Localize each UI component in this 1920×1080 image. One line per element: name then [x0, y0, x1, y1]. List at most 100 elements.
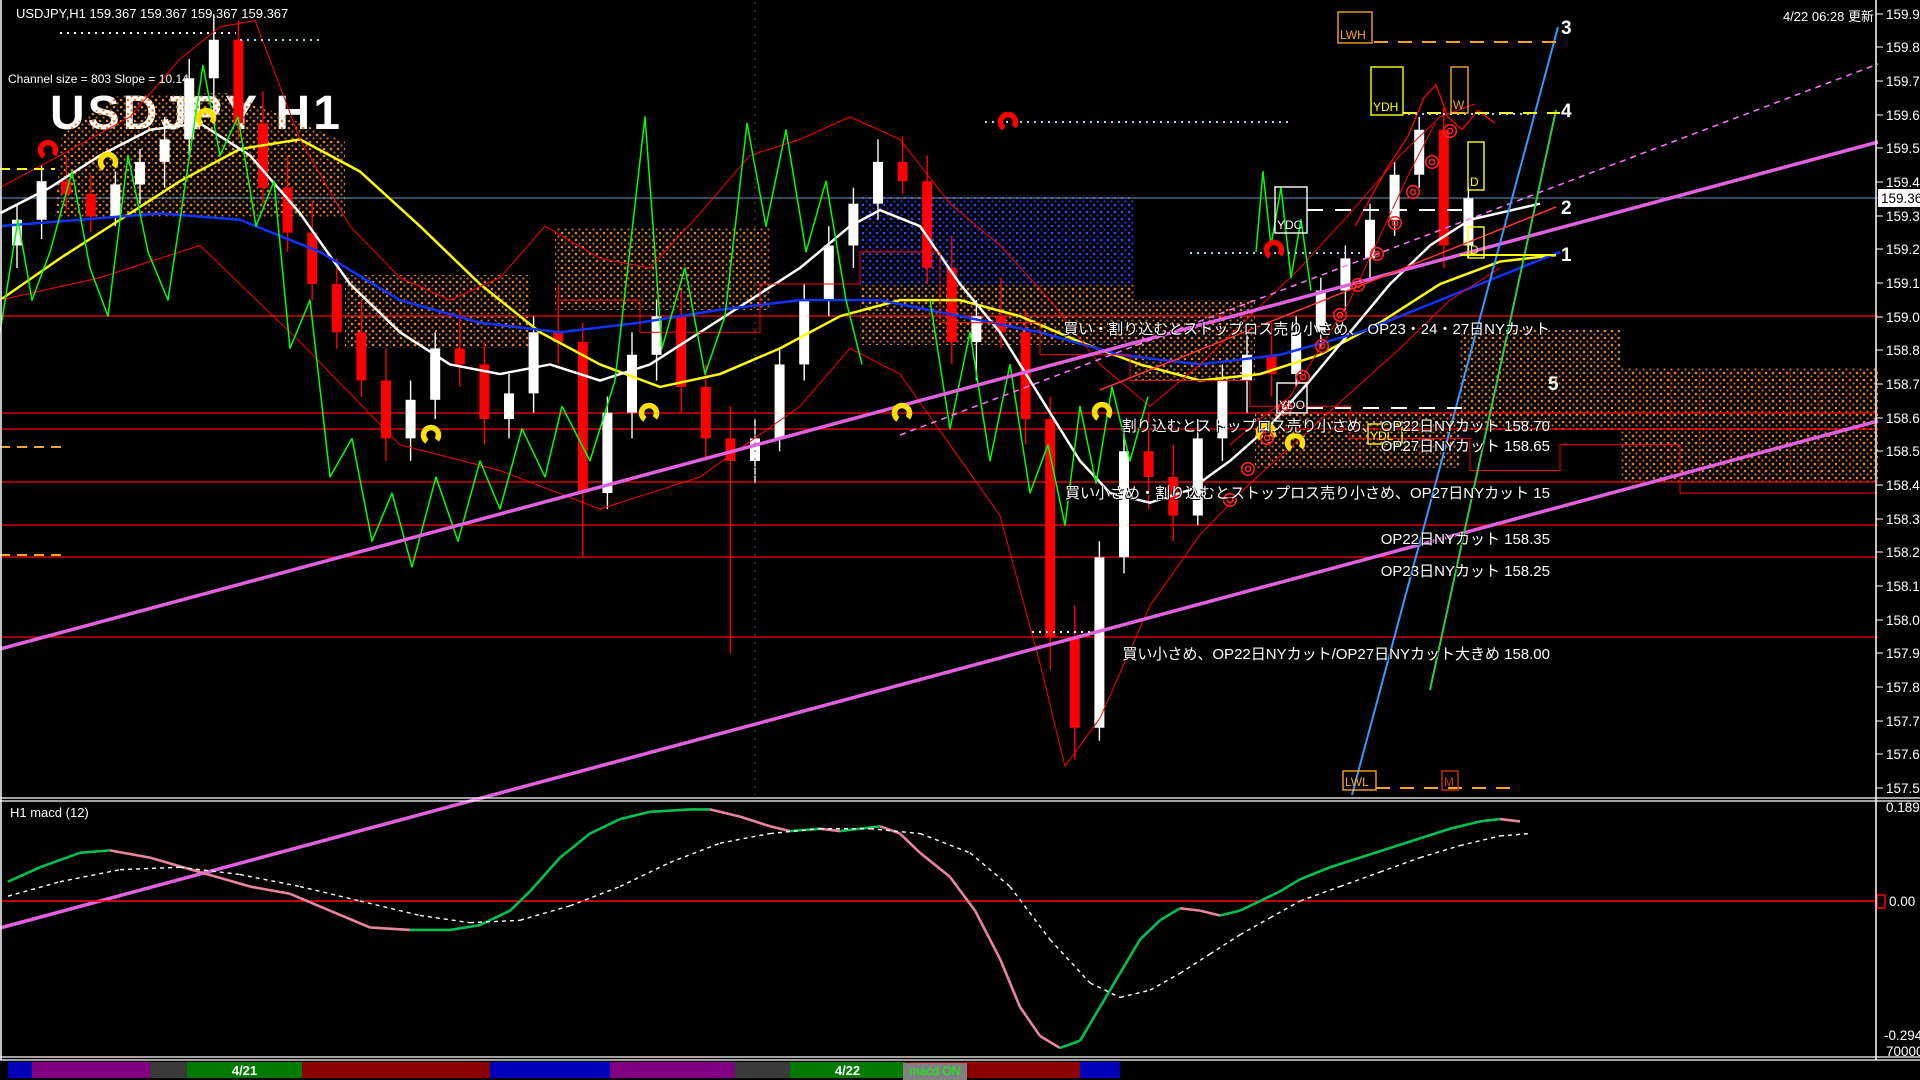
- macd-line-segment: [1340, 872, 1380, 886]
- macd-line-segment: [1460, 836, 1500, 846]
- candle-body: [110, 184, 120, 216]
- timeline-date-label: 4/21: [232, 1063, 257, 1078]
- candle-body: [135, 162, 145, 185]
- timeline-segment[interactable]: [8, 1062, 32, 1078]
- mt4-chart-window: USDJPY H1 LWHYDHWDYDCDYDOYDLLWLM34215 0.…: [0, 0, 1920, 1080]
- omega-signal-marker: [38, 140, 59, 161]
- macd-line-segment: [420, 915, 470, 922]
- level-box-label: D: [1470, 175, 1479, 189]
- timeline-segment[interactable]: [32, 1062, 150, 1078]
- op-annotation: 割り込むとストップロス売り小さめ、 OP22日NYカット 158.70: [1122, 415, 1550, 436]
- level-box-label: LWL: [1345, 775, 1369, 789]
- price-tick-label: 159.315: [1886, 209, 1920, 224]
- level-box-label: W: [1453, 98, 1465, 112]
- candle-body: [578, 342, 588, 493]
- macd-line-segment: [40, 853, 80, 867]
- op-annotation: 買い小さめ、OP22日NYカット/OP27日NYカット大きめ 158.00: [1122, 643, 1550, 664]
- macd-line-segment: [590, 819, 620, 833]
- macd-line-segment: [560, 834, 590, 858]
- candle-body: [1365, 220, 1375, 259]
- macd-line-segment: [950, 877, 975, 911]
- price-tick-label: 159.520: [1886, 141, 1920, 156]
- candle-body: [750, 438, 760, 461]
- macd-line-segment: [1140, 920, 1160, 939]
- candle-body: [86, 194, 96, 217]
- macd-line-segment: [620, 812, 650, 819]
- candle-body: [824, 245, 834, 300]
- macd-line-segment: [240, 874, 300, 886]
- price-tick-label: 159.105: [1886, 276, 1920, 291]
- macd-line-segment: [530, 858, 560, 892]
- candle-body: [1144, 451, 1154, 477]
- candle-body: [209, 40, 219, 79]
- candle-body: [406, 400, 416, 439]
- timeline-segment[interactable]: [302, 1062, 490, 1078]
- red-rally-support: [1230, 123, 1435, 445]
- candle-body: [701, 387, 711, 438]
- ring-signal-marker: [1447, 128, 1452, 133]
- macd-line-segment: [1020, 1007, 1040, 1036]
- op-annotation: OP22日NYカット 158.35: [1381, 528, 1550, 549]
- timeline-segment[interactable]: [1120, 1062, 1878, 1078]
- last-updated-timestamp: 4/22 06:28 更新: [1783, 6, 1874, 25]
- macd-line-segment: [770, 826, 790, 831]
- macd-line-segment: [1380, 858, 1420, 872]
- macd-line-segment: [920, 834, 970, 853]
- candle-body: [455, 348, 465, 364]
- price-tick-label: 158.160: [1886, 579, 1920, 594]
- candle-body: [602, 413, 612, 493]
- macd-line-segment: [1260, 891, 1280, 901]
- price-tick-label: 158.895: [1886, 343, 1920, 358]
- ring-signal-marker: [1429, 159, 1434, 164]
- price-tick-label: 159.835: [1886, 40, 1920, 55]
- price-tick-label: 157.950: [1886, 646, 1920, 661]
- price-tick-label: 159.625: [1886, 108, 1920, 123]
- level-box-label: YDH: [1373, 100, 1398, 114]
- price-chart[interactable]: LWHYDHWDYDCDYDOYDLLWLM34215 0.1890.00-0.…: [0, 0, 1920, 1080]
- price-tick-label: 158.580: [1886, 444, 1920, 459]
- price-tick-label: 159.000: [1886, 310, 1920, 325]
- channel-info-text: Channel size = 803 Slope = 10.14: [8, 72, 189, 86]
- ring-signal-marker: [1426, 156, 1439, 169]
- macd-line-segment: [200, 872, 250, 886]
- omega-signal-marker: [1264, 240, 1285, 261]
- macd-line-segment: [1200, 911, 1220, 916]
- violet-channel-lower: [0, 421, 1878, 928]
- macd-line-segment: [1500, 834, 1530, 836]
- candle-body: [356, 332, 366, 380]
- timeline-segment[interactable]: [150, 1062, 187, 1078]
- macd-line-segment: [740, 817, 770, 827]
- macd-line-segment: [1100, 973, 1120, 1007]
- trendline-number-label: 1: [1561, 245, 1572, 266]
- timeline-segment[interactable]: [610, 1062, 735, 1078]
- macd-line-segment: [1060, 1041, 1080, 1048]
- candle-body: [922, 181, 932, 268]
- macd-toggle-button[interactable]: macd ON: [903, 1063, 967, 1080]
- op-annotation: 買い・割り込むとストップロス売り小さめ、 OP23・24・27日NYカット: [1063, 318, 1550, 339]
- price-tick-label: 159.210: [1886, 242, 1920, 257]
- timeline-segment[interactable]: [490, 1062, 610, 1078]
- macd-line-segment: [1420, 846, 1460, 858]
- macd-line-segment: [1420, 829, 1450, 839]
- macd-line-segment: [1120, 990, 1150, 997]
- ring-signal-marker: [1410, 189, 1415, 194]
- macd-indicator-label: H1 macd (12): [10, 805, 89, 820]
- timeline-segment[interactable]: [1080, 1062, 1120, 1078]
- macd-pane: 0.1890.00-0.29470000: [0, 800, 1920, 1059]
- candle-body: [307, 233, 317, 284]
- macd-line-segment: [8, 882, 60, 896]
- symbol-ohlc-readout: USDJPY,H1 159.367 159.367 159.367 159.36…: [16, 6, 288, 21]
- candle-body: [627, 355, 637, 413]
- candle-body: [504, 393, 514, 419]
- price-tick-label: 159.940: [1886, 7, 1920, 22]
- macd-line-segment: [1040, 1036, 1060, 1048]
- macd-line-segment: [1300, 867, 1330, 879]
- current-price-label: 159.367: [1881, 191, 1920, 206]
- macd-line-segment: [1180, 954, 1210, 973]
- macd-line-segment: [880, 826, 900, 833]
- omega-signal-marker: [421, 425, 442, 446]
- macd-line-segment: [1210, 935, 1240, 954]
- macd-line-segment: [1280, 879, 1300, 891]
- candle-body: [775, 364, 785, 438]
- timeline-segment[interactable]: [735, 1062, 790, 1078]
